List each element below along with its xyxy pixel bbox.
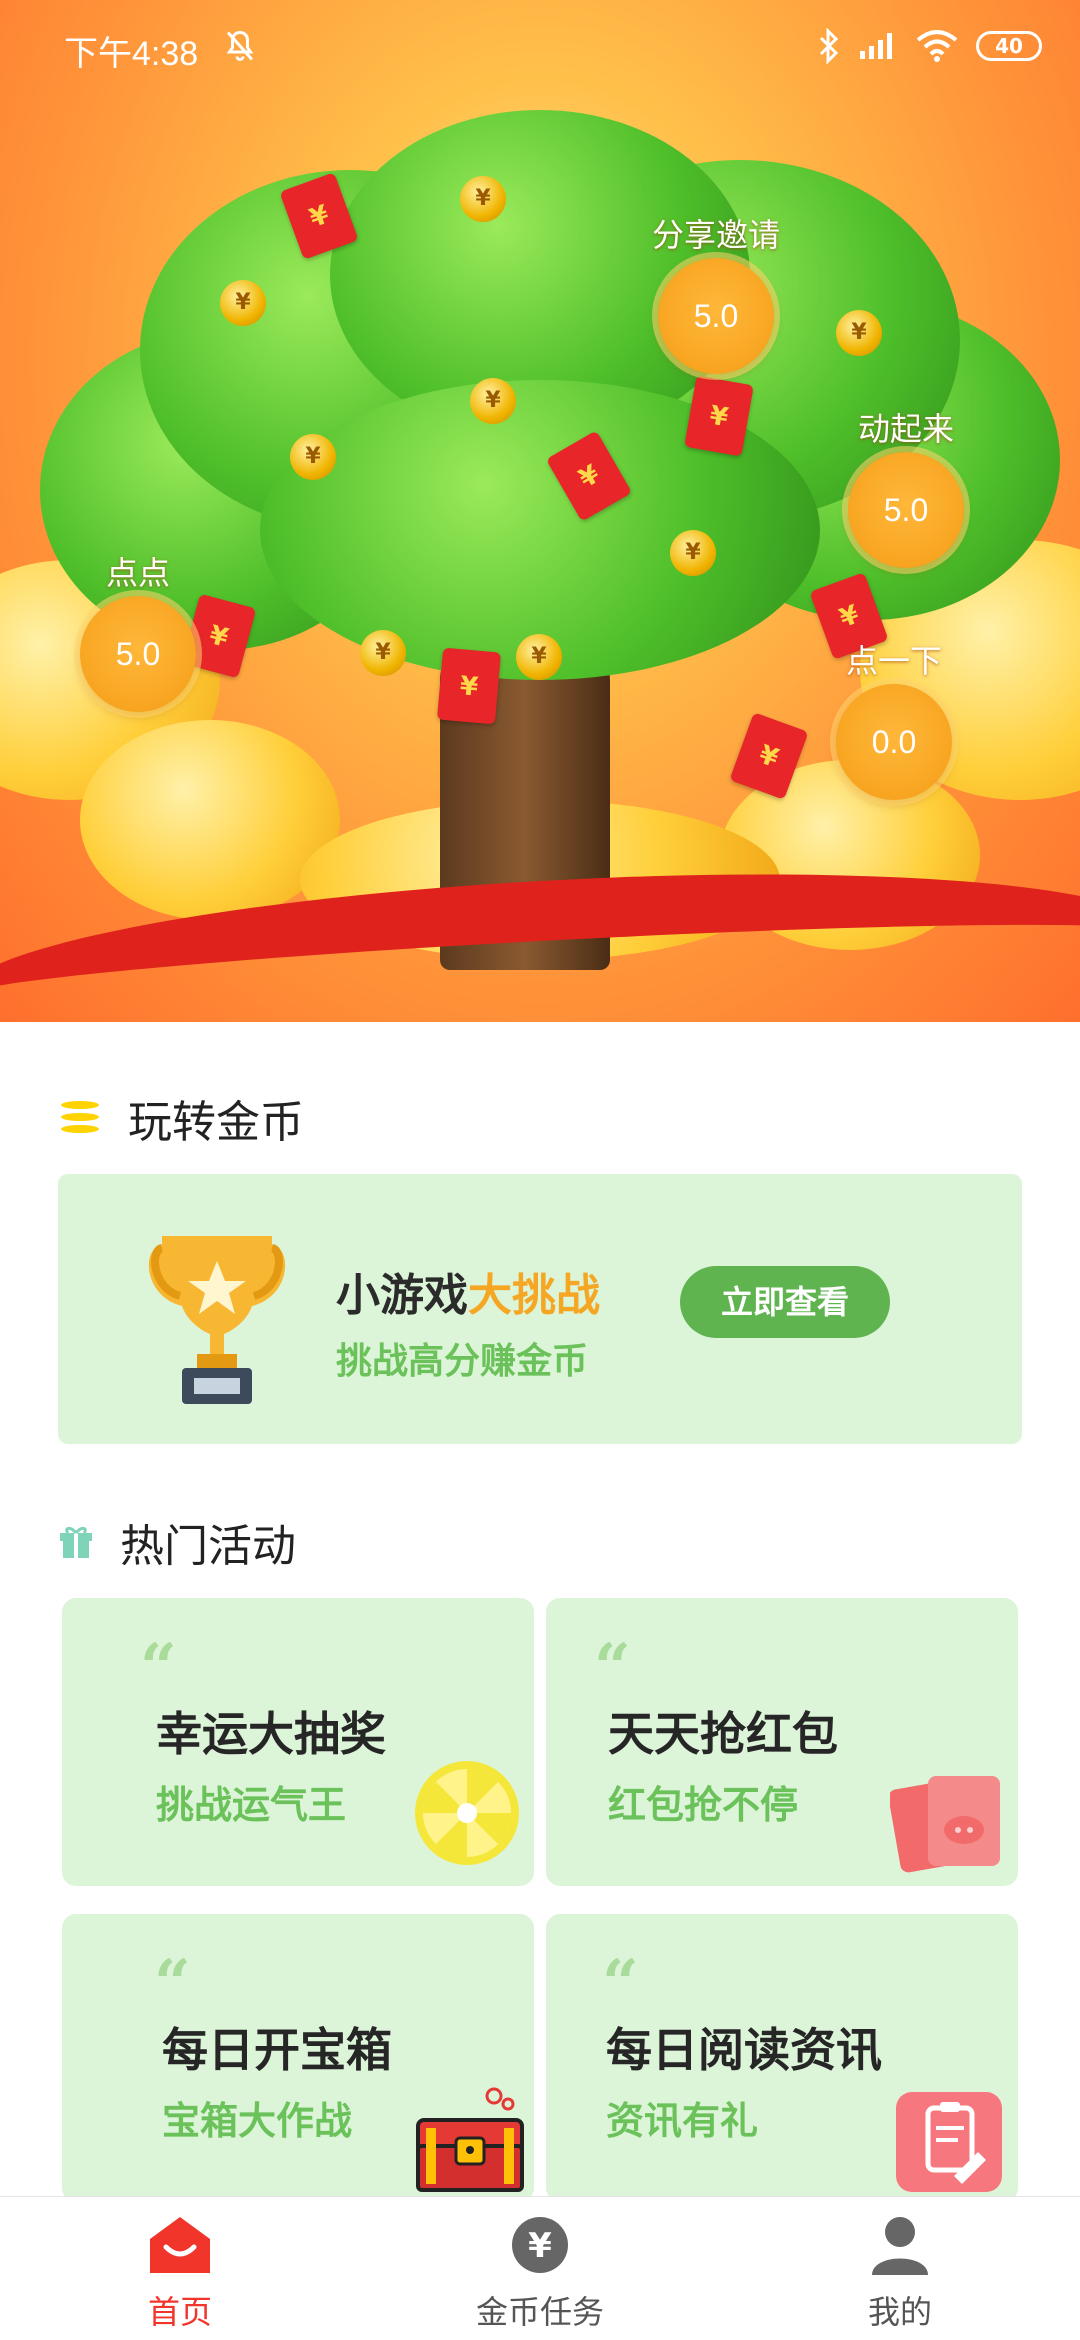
- quote-mark: “: [594, 1630, 631, 1705]
- nav-home[interactable]: 首页: [0, 2197, 360, 2340]
- mini-game-banner[interactable]: 小游戏大挑战 挑战高分赚金币 立即查看: [58, 1174, 1022, 1444]
- activity-subtitle: 宝箱大作战: [162, 2099, 353, 2143]
- bluetooth-icon: [819, 28, 839, 64]
- activity-title: 每日开宝箱: [162, 2023, 392, 2077]
- nav-profile[interactable]: 我的: [720, 2197, 1080, 2340]
- game-title-main: 小游戏: [336, 1270, 468, 1321]
- quote-mark: “: [140, 1630, 177, 1705]
- signal-icon: [860, 33, 892, 59]
- game-banner-title: 小游戏大挑战: [336, 1259, 600, 1323]
- section-title: 玩转金币: [128, 1097, 304, 1148]
- coin-decoration: ¥: [290, 434, 336, 480]
- activity-title: 天天抢红包: [608, 1707, 838, 1761]
- tree-coin-value[interactable]: 5.0: [80, 596, 196, 712]
- nav-coin-tasks[interactable]: ¥ 金币任务: [360, 2197, 720, 2340]
- coin-decoration: ¥: [360, 630, 406, 676]
- coins-icon: [58, 1098, 102, 1138]
- tree-coin-move[interactable]: 动起来 5.0: [848, 404, 964, 568]
- red-envelope-icon: [890, 1776, 1000, 1873]
- nav-label: 金币任务: [475, 2293, 604, 2331]
- tree-coin-share-invite[interactable]: 分享邀请 5.0: [652, 210, 780, 374]
- game-banner-subtitle: 挑战高分赚金币: [336, 1341, 589, 1382]
- red-envelope-decoration: [684, 375, 754, 457]
- tree-coin-tap[interactable]: 点点 5.0: [80, 548, 196, 712]
- coin-decoration: ¥: [470, 378, 516, 424]
- mute-bell-icon: [226, 30, 254, 61]
- nav-label: 首页: [147, 2293, 212, 2331]
- coin-decoration: ¥: [836, 310, 882, 356]
- activity-title: 幸运大抽奖: [156, 1707, 386, 1761]
- quote-mark: “: [154, 1946, 191, 2021]
- activity-subtitle: 资讯有礼: [606, 2099, 759, 2143]
- section-header-hot: 热门活动: [58, 1510, 296, 1574]
- tree-coin-value[interactable]: 5.0: [848, 452, 964, 568]
- view-now-button[interactable]: 立即查看: [680, 1266, 890, 1338]
- coin-decoration: ¥: [516, 634, 562, 680]
- section-header-coins: 玩转金币: [58, 1086, 304, 1150]
- tree-coin-label: 点一下: [845, 642, 942, 680]
- coin-decoration: ¥: [460, 176, 506, 222]
- status-time: 下午4:38: [64, 35, 199, 73]
- money-tree-banner[interactable]: ¥ ¥ ¥ ¥ ¥ ¥ ¥ ¥ 分享邀请 5.0 动起来 5.0 点点 5.0 …: [0, 0, 1080, 1022]
- nav-label: 我的: [867, 2293, 932, 2331]
- svg-text:¥: ¥: [528, 2226, 552, 2266]
- home-icon: [150, 2217, 210, 2273]
- coin-decoration: ¥: [220, 280, 266, 326]
- game-title-highlight: 大挑战: [468, 1270, 600, 1321]
- tree-coin-label: 点点: [105, 554, 170, 592]
- battery-indicator: 40: [976, 31, 1042, 61]
- activity-card-daily-news[interactable]: “ 每日阅读资讯 资讯有礼: [546, 1914, 1018, 2202]
- activity-card-lucky-draw[interactable]: “ 幸运大抽奖 挑战运气王: [62, 1598, 534, 1886]
- yen-coin-icon: ¥: [512, 2217, 568, 2273]
- gift-icon: [60, 1526, 92, 1558]
- wifi-icon: [916, 30, 958, 62]
- tree-coin-value[interactable]: 0.0: [836, 684, 952, 800]
- section-title: 热门活动: [120, 1521, 296, 1572]
- tree-coin-label: 分享邀请: [652, 216, 781, 254]
- coin-decoration: ¥: [670, 530, 716, 576]
- quote-mark: “: [602, 1946, 639, 2021]
- activity-card-treasure-box[interactable]: “ 每日开宝箱 宝箱大作战: [62, 1914, 534, 2202]
- profile-icon: [872, 2217, 928, 2275]
- trophy-icon: [148, 1236, 286, 1404]
- bottom-navigation: 首页 ¥ 金币任务 我的: [0, 2196, 1080, 2340]
- tree-coin-value[interactable]: 5.0: [658, 258, 774, 374]
- status-icons: 40: [818, 28, 1042, 64]
- activity-title: 每日阅读资讯: [606, 2023, 882, 2077]
- treasure-chest-icon: [416, 2087, 524, 2192]
- activity-subtitle: 红包抢不停: [608, 1783, 799, 1827]
- lucky-wheel-icon: [415, 1761, 519, 1865]
- activity-subtitle: 挑战运气王: [156, 1783, 347, 1827]
- news-clipboard-icon: [896, 2092, 1002, 2192]
- red-envelope-decoration: [436, 647, 502, 725]
- tree-coin-click-once[interactable]: 点一下 0.0: [836, 636, 952, 800]
- tree-coin-label: 动起来: [857, 410, 954, 448]
- status-bar: 下午4:38 40: [0, 0, 1080, 96]
- app-root: ¥ ¥ ¥ ¥ ¥ ¥ ¥ ¥ 分享邀请 5.0 动起来 5.0 点点 5.0 …: [0, 0, 1080, 2340]
- activity-card-red-packet[interactable]: “ 天天抢红包 红包抢不停: [546, 1598, 1018, 1886]
